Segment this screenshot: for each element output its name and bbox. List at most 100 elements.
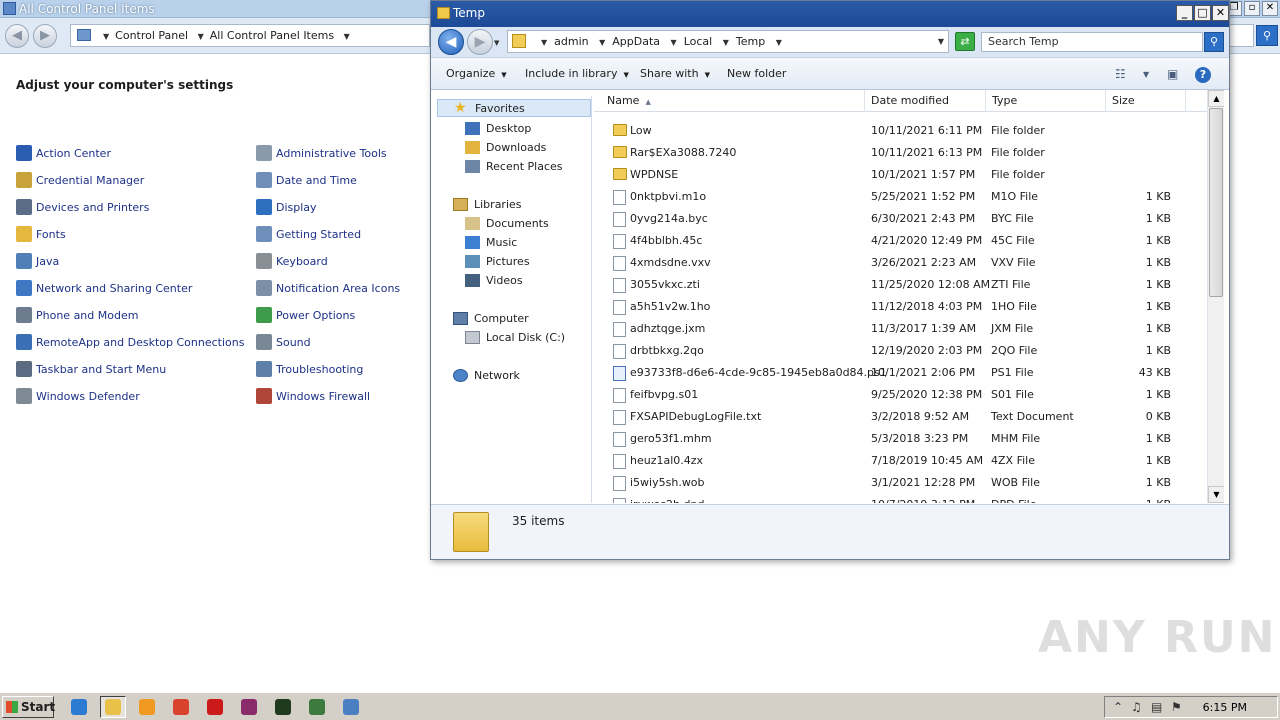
taskbar-app-control-panel[interactable] — [338, 696, 364, 718]
cp-item-sound[interactable]: Sound — [256, 333, 311, 351]
maximize-icon[interactable]: ▫ — [1244, 1, 1260, 16]
forward-icon[interactable]: ▶ — [467, 29, 493, 55]
view-options-icon[interactable]: ☷ — [1115, 67, 1126, 81]
file-row[interactable]: feifbvpg.s01 9/25/2020 12:38 PM S01 File 1 … — [594, 384, 1207, 406]
chevron-right-icon[interactable]: ▼ — [599, 38, 605, 47]
chevron-down-icon[interactable]: ▼ — [1143, 70, 1149, 79]
close-icon[interactable]: ✕ — [1262, 1, 1278, 16]
file-row[interactable]: drbtbkxg.2qo 12/19/2020 2:03 PM 2QO File 1 … — [594, 340, 1207, 362]
file-row[interactable]: FXSAPIDebugLogFile.txt 3/2/2018 9:52 AM Te… — [594, 406, 1207, 428]
file-row[interactable]: i5wiy5sh.wob 3/1/2021 12:28 PM WOB File 1 K… — [594, 472, 1207, 494]
chevron-down-icon[interactable]: ▼ — [344, 32, 350, 41]
scroll-up-icon[interactable]: ▲ — [1208, 90, 1224, 107]
file-row[interactable]: a5h51v2w.1ho 11/12/2018 4:03 PM 1HO File 1 … — [594, 296, 1207, 318]
nav-computer[interactable]: Computer — [453, 309, 529, 327]
recent-pages-chevron-icon[interactable]: ▼ — [494, 39, 499, 47]
cp-item-power-options[interactable]: Power Options — [256, 306, 355, 324]
cp-item-taskbar-and-start-menu[interactable]: Taskbar and Start Menu — [16, 360, 166, 378]
cp-item-devices-and-printers[interactable]: Devices and Printers — [16, 198, 149, 216]
breadcrumb-admin[interactable]: admin — [554, 35, 588, 48]
scrollbar-thumb[interactable] — [1209, 108, 1223, 297]
back-icon[interactable]: ◀ — [5, 24, 29, 48]
file-row[interactable]: Low 10/11/2021 6:11 PM File folder — [594, 120, 1207, 142]
nav-network[interactable]: Network — [453, 366, 520, 384]
include-in-library-button[interactable]: Include in library ▼ — [525, 67, 629, 80]
taskbar-app-explorer-folder[interactable] — [100, 696, 126, 718]
taskbar-app-media-player[interactable] — [134, 696, 160, 718]
share-with-button[interactable]: Share with ▼ — [640, 67, 710, 80]
chevron-right-icon[interactable]: ▼ — [776, 38, 782, 47]
search-input[interactable]: Search Temp — [981, 32, 1203, 52]
refresh-icon[interactable]: ⇄ — [955, 32, 975, 51]
show-hidden-icons-icon[interactable]: ⌃ — [1113, 700, 1123, 714]
nav-downloads[interactable]: Downloads — [465, 138, 546, 156]
nav-videos[interactable]: Videos — [465, 271, 523, 289]
search-icon[interactable]: ⚲ — [1256, 25, 1278, 46]
cp-item-getting-started[interactable]: Getting Started — [256, 225, 361, 243]
cp-item-credential-manager[interactable]: Credential Manager — [16, 171, 144, 189]
chevron-right-icon[interactable]: ▼ — [723, 38, 729, 47]
cp-item-network-and-sharing-center[interactable]: Network and Sharing Center — [16, 279, 192, 297]
nav-documents[interactable]: Documents — [465, 214, 549, 232]
file-row[interactable]: gero53f1.mhm 5/3/2018 3:23 PM MHM File 1 KB — [594, 428, 1207, 450]
cp-item-phone-and-modem[interactable]: Phone and Modem — [16, 306, 138, 324]
scroll-down-icon[interactable]: ▼ — [1208, 486, 1224, 503]
file-row[interactable]: 4xmdsdne.vxv 3/26/2021 2:23 AM VXV File 1 K… — [594, 252, 1207, 274]
file-row[interactable]: adhztqge.jxm 11/3/2017 1:39 AM JXM File 1 K… — [594, 318, 1207, 340]
preview-pane-icon[interactable]: ▣ — [1167, 67, 1178, 81]
cp-item-java[interactable]: Java — [16, 252, 59, 270]
cp-item-administrative-tools[interactable]: Administrative Tools — [256, 144, 387, 162]
nav-favorites[interactable]: ★ Favorites — [437, 99, 591, 117]
action-center-flag-icon[interactable]: ⚑ — [1171, 700, 1182, 714]
taskbar-app-winrar[interactable] — [236, 696, 262, 718]
breadcrumb-local[interactable]: Local — [684, 35, 713, 48]
cp-item-keyboard[interactable]: Keyboard — [256, 252, 328, 270]
clock[interactable]: 6:15 PM — [1203, 701, 1247, 714]
address-history-chevron-icon[interactable]: ▼ — [938, 31, 944, 52]
taskbar-app-hex-app[interactable] — [270, 696, 296, 718]
new-folder-button[interactable]: New folder — [727, 67, 786, 80]
close-icon[interactable]: ✕ — [1212, 5, 1229, 21]
chevron-right-icon[interactable]: ▼ — [671, 38, 677, 47]
file-row[interactable]: 0nktpbvi.m1o 5/25/2021 1:52 PM M1O File 1 K… — [594, 186, 1207, 208]
cp-item-fonts[interactable]: Fonts — [16, 225, 66, 243]
nav-pictures[interactable]: Pictures — [465, 252, 530, 270]
vertical-scrollbar[interactable]: ▲ ▼ — [1207, 90, 1224, 503]
file-row[interactable]: 3055vkxc.zti 11/25/2020 12:08 AM ZTI File 1… — [594, 274, 1207, 296]
cp-item-remoteapp-and-desktop-connections[interactable]: RemoteApp and Desktop Connections — [16, 333, 244, 351]
column-header-size[interactable]: Size — [1106, 90, 1186, 112]
breadcrumb-appdata[interactable]: AppData — [612, 35, 660, 48]
file-row[interactable]: 0yvg214a.byc 6/30/2021 2:43 PM BYC File 1 K… — [594, 208, 1207, 230]
file-row[interactable]: heuz1al0.4zx 7/18/2019 10:45 AM 4ZX File 1 … — [594, 450, 1207, 472]
nav-local-disk[interactable]: Local Disk (C:) — [465, 328, 565, 346]
cp-item-action-center[interactable]: Action Center — [16, 144, 111, 162]
organize-button[interactable]: Organize ▼ — [446, 67, 507, 80]
nav-recent-places[interactable]: Recent Places — [465, 157, 563, 175]
taskbar-app-internet-explorer[interactable] — [66, 696, 92, 718]
nav-desktop[interactable]: Desktop — [465, 119, 531, 137]
nav-libraries[interactable]: Libraries — [453, 195, 522, 213]
column-header-name[interactable]: Name ▲ — [594, 90, 865, 112]
taskbar-app-chrome[interactable] — [168, 696, 194, 718]
network-tray-icon[interactable]: ▤ — [1151, 700, 1162, 714]
chevron-right-icon[interactable]: ▼ — [541, 38, 547, 47]
help-icon[interactable]: ? — [1195, 67, 1211, 83]
explorer-address-bar[interactable]: ▼ admin ▼ AppData ▼ Local ▼ Temp ▼ ▼ — [507, 30, 949, 53]
taskbar-app-task-manager[interactable] — [304, 696, 330, 718]
maximize-icon[interactable]: □ — [1194, 5, 1211, 21]
cp-item-display[interactable]: Display — [256, 198, 317, 216]
nav-music[interactable]: Music — [465, 233, 517, 251]
start-button[interactable]: Start — [2, 696, 55, 718]
file-row[interactable]: WPDNSE 10/1/2021 1:57 PM File folder — [594, 164, 1207, 186]
cp-item-windows-firewall[interactable]: Windows Firewall — [256, 387, 370, 405]
cp-item-notification-area-icons[interactable]: Notification Area Icons — [256, 279, 400, 297]
forward-icon[interactable]: ▶ — [33, 24, 57, 48]
file-row[interactable]: 4f4bblbh.45c 4/21/2020 12:49 PM 45C File 1 … — [594, 230, 1207, 252]
column-header-type[interactable]: Type — [986, 90, 1106, 112]
minimize-icon[interactable]: _ — [1176, 5, 1193, 21]
control-panel-address-bar[interactable]: ▼ Control Panel ▼ All Control Panel Items … — [70, 24, 430, 47]
cp-item-date-and-time[interactable]: Date and Time — [256, 171, 357, 189]
file-row[interactable]: e93733f8-d6e6-4cde-9c85-1945eb8a0d84.ps1… — [594, 362, 1207, 384]
column-header-date[interactable]: Date modified — [865, 90, 986, 112]
back-icon[interactable]: ◀ — [438, 29, 464, 55]
